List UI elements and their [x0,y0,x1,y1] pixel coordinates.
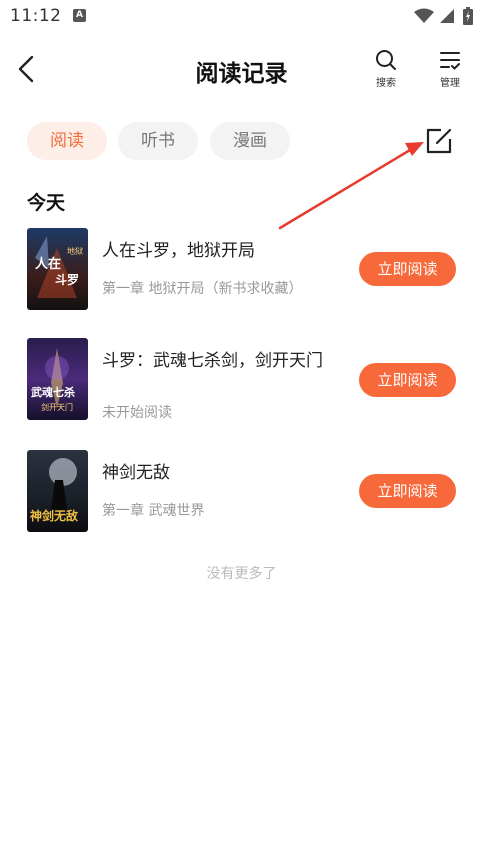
book-cover[interactable]: 神剑无敌 [27,450,88,532]
signal-icon [440,9,454,23]
book-row[interactable]: 神剑无敌 神剑无敌 第一章 武魂世界 立即阅读 [27,450,457,532]
nav-bar: 阅读记录 搜索 管理 [0,40,483,100]
status-time: 11:12 [10,6,62,26]
svg-text:剑开天门: 剑开天门 [41,402,73,412]
book-title: 人在斗罗，地狱开局 [102,241,255,261]
section-title-today: 今天 [27,192,66,214]
book-title: 斗罗：武魂七杀剑，剑开天门 [102,351,323,371]
read-now-button[interactable]: 立即阅读 [359,252,456,286]
manage-button[interactable]: 管理 [430,48,470,98]
manage-icon [440,52,460,70]
svg-text:神剑无敌: 神剑无敌 [30,508,78,523]
book-progress: 未开始阅读 [102,405,172,421]
book-row[interactable]: 武魂七杀 剑开天门 斗罗：武魂七杀剑，剑开天门 未开始阅读 立即阅读 [27,338,457,421]
book-cover[interactable]: 人在 斗罗 地狱 [27,228,88,310]
wifi-icon [414,8,434,23]
search-label: 搜索 [376,78,396,89]
tab-audiobook[interactable]: 听书 [118,122,198,160]
tab-comic[interactable]: 漫画 [210,122,290,160]
svg-text:武魂七杀: 武魂七杀 [31,385,75,399]
notification-icon: A [73,9,86,22]
search-icon [376,50,396,70]
read-now-button[interactable]: 立即阅读 [359,363,456,397]
book-row[interactable]: 人在 斗罗 地狱 人在斗罗，地狱开局 第一章 地狱开局（新书求收藏） 立即阅读 [27,228,457,310]
book-progress: 第一章 武魂世界 [102,503,205,519]
battery-icon [463,7,473,25]
svg-text:地狱: 地狱 [67,246,83,256]
book-progress: 第一章 地狱开局（新书求收藏） [102,281,303,297]
read-now-button[interactable]: 立即阅读 [359,474,456,508]
page-title: 阅读记录 [195,61,288,87]
manage-label: 管理 [440,78,460,89]
search-button[interactable]: 搜索 [366,48,406,98]
status-bar: 11:12 A [0,0,483,34]
svg-text:人在: 人在 [35,256,61,272]
book-title: 神剑无敌 [102,463,170,483]
tab-reading[interactable]: 阅读 [27,122,107,160]
svg-text:斗罗: 斗罗 [55,272,79,287]
book-cover[interactable]: 武魂七杀 剑开天门 [27,338,88,420]
no-more-text: 没有更多了 [206,566,277,582]
edit-icon[interactable] [425,127,453,155]
